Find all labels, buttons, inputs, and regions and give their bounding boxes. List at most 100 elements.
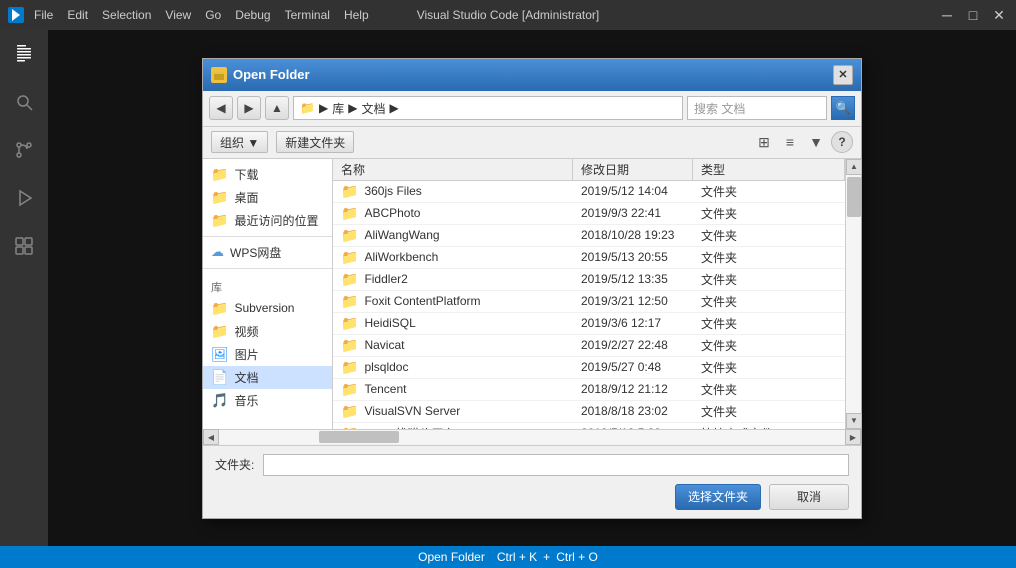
titlebar-left: File Edit Selection View Go Debug Termin… xyxy=(8,7,369,23)
path-home-icon: 📁 xyxy=(300,101,315,115)
scroll-down-arrow[interactable]: ▼ xyxy=(846,413,862,429)
file-row[interactable]: 📁 Navicat 2019/2/27 22:48 文件夹 xyxy=(333,335,845,357)
file-row[interactable]: 📁 AliWorkbench 2019/5/13 20:55 文件夹 xyxy=(333,247,845,269)
file-row[interactable]: 📁 Foxit ContentPlatform 2019/3/21 12:50 … xyxy=(333,291,845,313)
back-button[interactable]: ◀ xyxy=(209,96,233,120)
file-col-type: 文件夹 xyxy=(693,183,845,200)
window-title: Visual Studio Code [Administrator] xyxy=(417,8,600,22)
view-toggle-button[interactable]: ⊞ xyxy=(753,131,775,153)
activity-git[interactable] xyxy=(8,134,40,166)
forward-button[interactable]: ▶ xyxy=(237,96,261,120)
file-row[interactable]: 📁 plsqldoc 2019/5/27 0:48 文件夹 xyxy=(333,357,845,379)
file-folder-icon: 📁 xyxy=(341,271,358,288)
left-separator1 xyxy=(203,236,332,237)
file-col-date: 2019/3/21 12:50 xyxy=(573,294,693,308)
path-part1[interactable]: 库 xyxy=(332,100,344,117)
music-icon: 🎵 xyxy=(211,392,228,409)
left-item-video[interactable]: 📁 视频 xyxy=(203,320,332,343)
file-folder-icon: 📁 xyxy=(341,183,358,200)
left-item-music[interactable]: 🎵 音乐 xyxy=(203,389,332,412)
scroll-up-arrow[interactable]: ▲ xyxy=(846,159,862,175)
left-item-desktop-label: 桌面 xyxy=(234,189,258,206)
header-name[interactable]: 名称 xyxy=(333,159,573,180)
left-item-download[interactable]: 📁 下载 xyxy=(203,163,332,186)
path-separator2: ▶ xyxy=(348,101,357,115)
menu-selection[interactable]: Selection xyxy=(102,8,151,22)
file-row[interactable]: 📁 Tencent 2018/9/12 21:12 文件夹 xyxy=(333,379,845,401)
left-item-documents[interactable]: 📄 文档 xyxy=(203,366,332,389)
menu-go[interactable]: Go xyxy=(205,8,221,22)
library-header: 库 xyxy=(203,273,332,297)
search-button[interactable]: 🔍 xyxy=(831,96,855,120)
vertical-scrollbar[interactable]: ▲ ▼ xyxy=(845,159,861,429)
menu-edit[interactable]: Edit xyxy=(67,8,88,22)
app-icon xyxy=(8,7,24,23)
file-col-name: 📁 ABCPhoto xyxy=(333,205,573,222)
file-name: AliWorkbench xyxy=(364,250,438,264)
menu-terminal[interactable]: Terminal xyxy=(285,8,330,22)
view-list-button[interactable]: ≡ xyxy=(779,131,801,153)
up-button[interactable]: ▲ xyxy=(265,96,289,120)
left-item-recent[interactable]: 📁 最近访问的位置 xyxy=(203,209,332,232)
cancel-button[interactable]: 取消 xyxy=(769,484,849,510)
file-folder-icon: 📁 xyxy=(341,249,358,266)
file-name: Tencent xyxy=(364,382,406,396)
organize-button[interactable]: 组织 ▼ xyxy=(211,131,268,153)
left-item-pictures[interactable]: 🖼 图片 xyxy=(203,343,332,366)
file-col-name: 📁 Tencent xyxy=(333,381,573,398)
left-item-pictures-label: 图片 xyxy=(235,346,259,363)
activity-files[interactable] xyxy=(8,38,40,70)
file-row[interactable]: 📁 VisualSVN Server 2018/8/18 23:02 文件夹 xyxy=(333,401,845,423)
header-type[interactable]: 类型 xyxy=(693,159,845,180)
file-row[interactable]: 📁 AliWangWang 2018/10/28 19:23 文件夹 xyxy=(333,225,845,247)
file-row[interactable]: 📁 360js Files 2019/5/12 14:04 文件夹 xyxy=(333,181,845,203)
file-col-name: 📁 HeidiSQL xyxy=(333,315,573,332)
menu-help[interactable]: Help xyxy=(344,8,369,22)
scroll-thumb[interactable] xyxy=(847,177,861,217)
file-col-type: 文件夹 xyxy=(693,315,845,332)
new-folder-button[interactable]: 新建文件夹 xyxy=(276,131,354,153)
hscroll-track xyxy=(219,430,845,444)
cloud-icon: ☁ xyxy=(211,244,224,260)
horizontal-scrollbar: ◀ ▶ xyxy=(203,429,861,445)
help-button[interactable]: ? xyxy=(831,131,853,153)
file-row[interactable]: 📁 Fiddler2 2019/5/12 13:35 文件夹 xyxy=(333,269,845,291)
dialog-bottom: 文件夹: 选择文件夹 取消 xyxy=(203,445,861,518)
hscroll-right-arrow[interactable]: ▶ xyxy=(845,429,861,445)
window-controls: ─ □ ✕ xyxy=(938,6,1008,24)
titlebar: File Edit Selection View Go Debug Termin… xyxy=(0,0,1016,30)
file-row[interactable]: 📁 HeidiSQL 2019/3/6 12:17 文件夹 xyxy=(333,313,845,335)
dialog-close-button[interactable]: ✕ xyxy=(833,65,853,85)
maximize-button[interactable]: □ xyxy=(964,6,982,24)
search-bar[interactable]: 搜索 文档 xyxy=(687,96,827,120)
file-name: Fiddler2 xyxy=(364,272,407,286)
minimize-button[interactable]: ─ xyxy=(938,6,956,24)
left-item-subversion[interactable]: 📁 Subversion xyxy=(203,297,332,320)
path-separator1: ▶ xyxy=(319,101,328,115)
file-col-type: 文件夹 xyxy=(693,381,845,398)
file-col-date: 2018/8/18 23:02 xyxy=(573,404,693,418)
toolbar2-right: ⊞ ≡ ▼ ? xyxy=(753,131,853,153)
activity-debug[interactable] xyxy=(8,182,40,214)
menu-file[interactable]: File xyxy=(34,8,53,22)
path-bar[interactable]: 📁 ▶ 库 ▶ 文档 ▶ xyxy=(293,96,683,120)
activity-search[interactable] xyxy=(8,86,40,118)
left-item-wps[interactable]: ☁ WPS网盘 xyxy=(203,241,332,264)
hscroll-thumb[interactable] xyxy=(319,431,399,443)
header-date[interactable]: 修改日期 xyxy=(573,159,693,180)
view-down-button[interactable]: ▼ xyxy=(805,131,827,153)
filename-row: 文件夹: xyxy=(215,454,849,476)
file-row[interactable]: 📁 ABCPhoto 2019/9/3 22:41 文件夹 xyxy=(333,203,845,225)
left-item-desktop[interactable]: 📁 桌面 xyxy=(203,186,332,209)
close-button[interactable]: ✕ xyxy=(990,6,1008,24)
path-part2[interactable]: 文档 xyxy=(361,100,385,117)
hscroll-left-arrow[interactable]: ◀ xyxy=(203,429,219,445)
filename-input[interactable] xyxy=(263,454,849,476)
menu-debug[interactable]: Debug xyxy=(235,8,270,22)
titlebar-menu: File Edit Selection View Go Debug Termin… xyxy=(34,8,369,22)
activity-extensions[interactable] xyxy=(8,230,40,262)
menu-view[interactable]: View xyxy=(165,8,191,22)
toolbar2-left: 组织 ▼ 新建文件夹 xyxy=(211,131,354,153)
select-folder-button[interactable]: 选择文件夹 xyxy=(675,484,761,510)
file-col-type: 文件夹 xyxy=(693,359,845,376)
